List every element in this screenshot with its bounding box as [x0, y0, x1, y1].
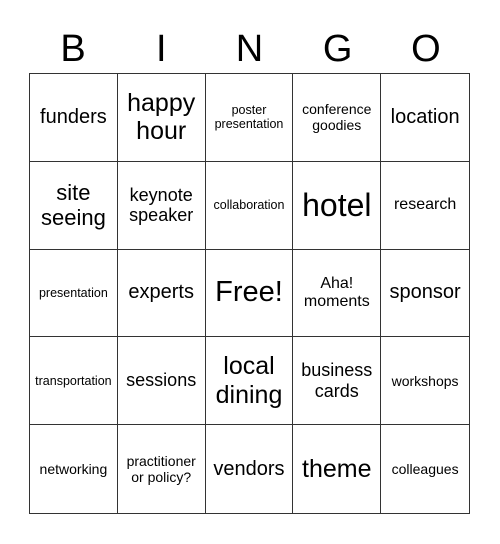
- bingo-cell[interactable]: presentation: [30, 249, 118, 338]
- bingo-cell[interactable]: happy hour: [117, 74, 206, 162]
- bingo-cell[interactable]: Aha! moments: [293, 249, 382, 338]
- bingo-cell[interactable]: conference goodies: [293, 74, 382, 162]
- bingo-cell[interactable]: colleagues: [381, 425, 469, 513]
- bingo-cell[interactable]: practitioner or policy?: [118, 425, 206, 513]
- bingo-cell[interactable]: keynote speaker: [117, 161, 206, 250]
- bingo-cell[interactable]: research: [381, 162, 469, 250]
- bingo-card-grid: funders happy hour poster presentation c…: [29, 73, 470, 514]
- bingo-cell[interactable]: networking: [30, 425, 118, 513]
- bingo-cell[interactable]: location: [381, 74, 469, 162]
- bingo-header: B I N G O: [29, 26, 470, 72]
- header-letter-b: B: [60, 28, 86, 70]
- bingo-cell[interactable]: sessions: [117, 337, 206, 426]
- bingo-cell[interactable]: funders: [30, 74, 118, 162]
- bingo-cell[interactable]: experts: [117, 249, 206, 338]
- bingo-cell[interactable]: poster presentation: [205, 74, 294, 162]
- free-space-cell[interactable]: Free!: [205, 249, 294, 338]
- header-letter-i: I: [156, 28, 167, 70]
- header-letter-g: G: [322, 28, 353, 70]
- bingo-cell[interactable]: sponsor: [381, 250, 469, 338]
- bingo-cell[interactable]: workshops: [381, 337, 469, 426]
- bingo-cell[interactable]: local dining: [205, 337, 294, 426]
- bingo-cell[interactable]: collaboration: [205, 161, 294, 250]
- header-letter-o: O: [411, 28, 441, 70]
- bingo-cell[interactable]: theme: [293, 425, 382, 513]
- bingo-cell[interactable]: site seeing: [30, 161, 118, 250]
- header-letter-n: N: [235, 28, 264, 70]
- bingo-cell[interactable]: transportation: [30, 337, 118, 426]
- bingo-cell[interactable]: business cards: [293, 337, 382, 426]
- bingo-cell[interactable]: hotel: [293, 161, 382, 250]
- bingo-cell[interactable]: vendors: [206, 425, 294, 513]
